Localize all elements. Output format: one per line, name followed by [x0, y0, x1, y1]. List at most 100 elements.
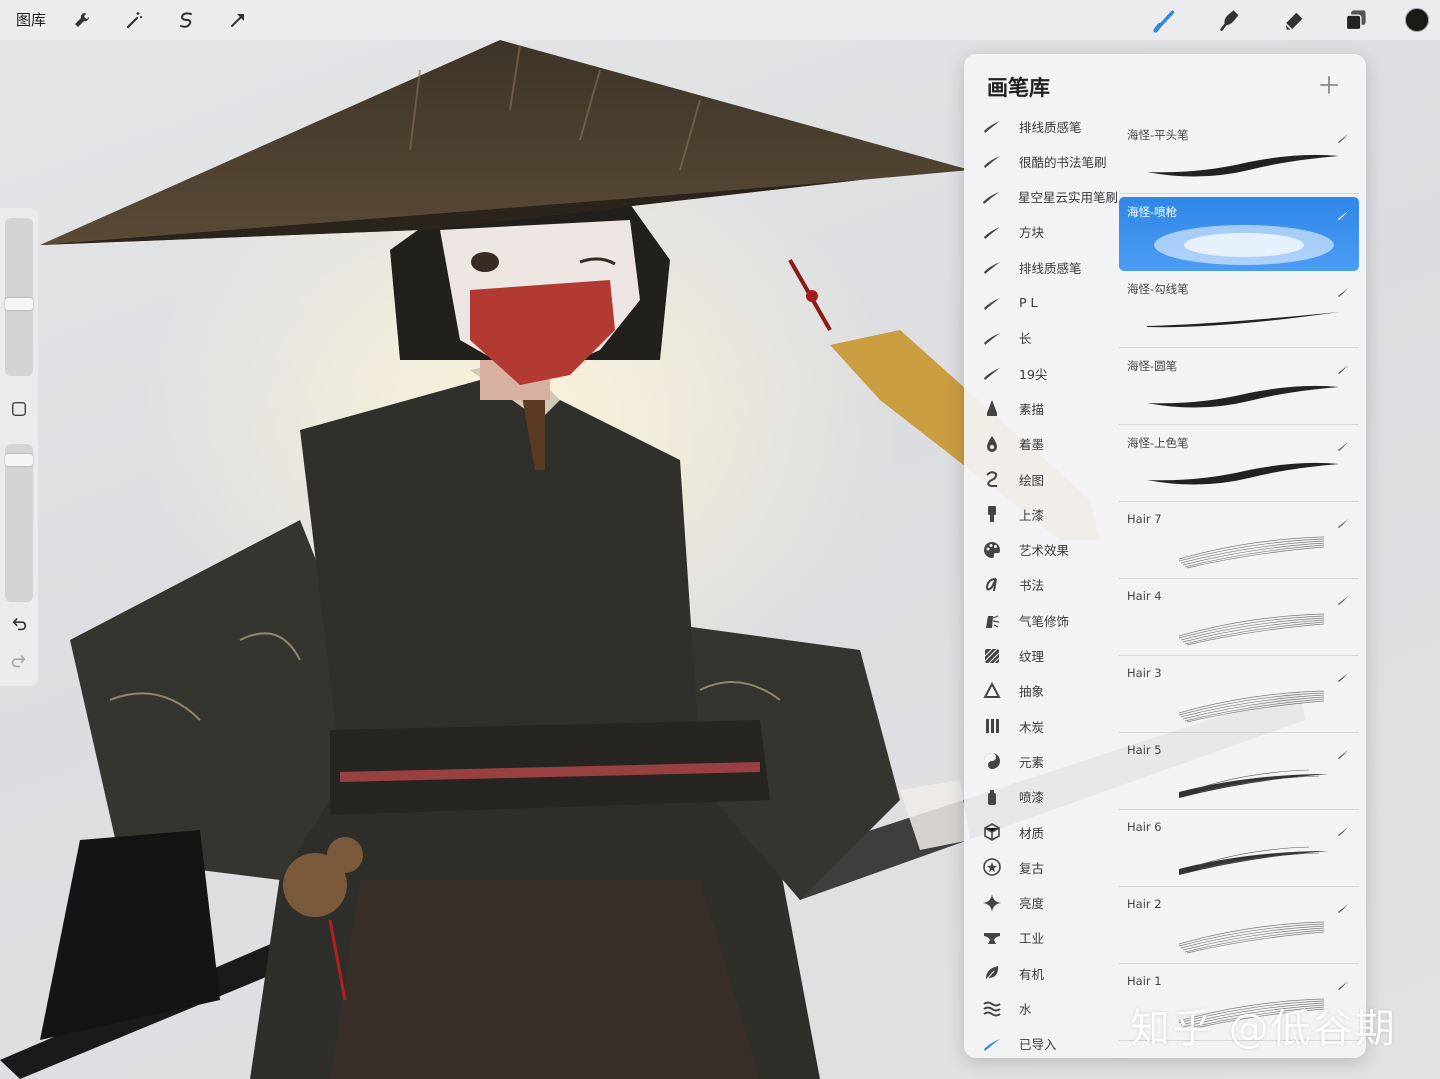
stroke-icon [980, 255, 1004, 279]
stroke-icon [980, 220, 1004, 244]
brush-item-selected[interactable]: 海怪-喷枪 [1119, 197, 1359, 271]
brush-edit-icon[interactable] [1337, 975, 1349, 990]
brush-category-item[interactable]: 绘图 [964, 462, 1118, 496]
calligraphy-icon [980, 573, 1004, 597]
brush-item[interactable]: Hair 6 [1119, 813, 1359, 887]
cube-icon [980, 820, 1004, 844]
brush-category-item[interactable]: 方块 [964, 215, 1118, 249]
brush-category-item[interactable]: 19尖 [964, 356, 1118, 390]
brush-edit-icon[interactable] [1337, 898, 1349, 913]
brush-size-slider[interactable] [5, 218, 33, 376]
brush-category-item[interactable]: 材质 [964, 815, 1118, 849]
brush-edit-icon[interactable] [1337, 513, 1349, 528]
brush-category-item[interactable]: 纹理 [964, 639, 1118, 673]
stroke-preview [1139, 219, 1344, 265]
brush-item[interactable]: Hair 7 [1119, 505, 1359, 579]
brush-category-item[interactable]: 长 [964, 321, 1118, 355]
brush-category-item[interactable]: 气笔修饰 [964, 603, 1118, 637]
brush-category-item[interactable]: 已导入 [964, 1027, 1118, 1058]
brush-item[interactable]: 海怪-上色笔 [1119, 428, 1359, 502]
brush-name: 海怪-勾线笔 [1127, 282, 1189, 296]
smudge-icon[interactable] [1214, 6, 1246, 34]
stroke-preview [1139, 835, 1344, 881]
brush-item[interactable]: 海怪-勾线笔 [1119, 274, 1359, 348]
brush-name: Hair 6 [1127, 820, 1162, 834]
opacity-slider[interactable] [5, 444, 33, 602]
brush-category-item[interactable]: 星空星云实用笔刷 [964, 180, 1118, 214]
brush-edit-icon[interactable] [1337, 744, 1349, 759]
stroke-icon [980, 114, 1004, 138]
spray-can-icon [980, 785, 1004, 809]
brush-category-item[interactable]: 排线质感笔 [964, 250, 1118, 284]
brush-edit-icon[interactable] [1337, 590, 1349, 605]
watermark-text: 知乎 @低谷期 [1130, 1006, 1397, 1052]
brush-category-item[interactable]: 复古 [964, 850, 1118, 884]
top-toolbar: 图库 [0, 0, 1440, 40]
brush-category-item[interactable]: 喷漆 [964, 780, 1118, 814]
modify-square-button[interactable] [8, 398, 30, 420]
brush-category-item[interactable]: P L [964, 286, 1118, 320]
brush-size-slider-thumb[interactable] [5, 298, 33, 310]
brush-edit-icon[interactable] [1337, 667, 1349, 682]
brush-edit-icon[interactable] [1337, 821, 1349, 836]
brush-category-label: 已导入 [1019, 1037, 1057, 1053]
brush-category-item[interactable]: 排线质感笔 [964, 109, 1118, 143]
brush-category-item[interactable]: 很酷的书法笔刷 [964, 144, 1118, 178]
leaf-icon [980, 961, 1004, 985]
redo-icon[interactable] [8, 650, 30, 672]
brush-category-item[interactable]: 亮度 [964, 886, 1118, 920]
brush-edit-icon[interactable] [1337, 128, 1349, 143]
brush-category-item[interactable]: 书法 [964, 568, 1118, 602]
sparkle-icon [980, 891, 1004, 915]
brush-item[interactable]: 海怪-平头笔 [1119, 120, 1359, 194]
airbrush-icon [980, 608, 1004, 632]
brush-category-item[interactable]: 上漆 [964, 497, 1118, 531]
star-circle-icon [980, 855, 1004, 879]
brush-name: Hair 1 [1127, 974, 1162, 988]
transform-arrow-icon[interactable] [224, 6, 252, 34]
yin-yang-icon [980, 749, 1004, 773]
brush-category-item[interactable]: 工业 [964, 921, 1118, 955]
brush-edit-icon[interactable] [1337, 436, 1349, 451]
brush-name: Hair 5 [1127, 743, 1162, 757]
brush-edit-icon[interactable] [1337, 282, 1349, 297]
brush-category-label: 复古 [1019, 860, 1045, 876]
triangle-icon [980, 679, 1004, 703]
eraser-icon[interactable] [1278, 6, 1310, 34]
brush-category-item[interactable]: 抽象 [964, 674, 1118, 708]
brush-item[interactable]: Hair 5 [1119, 736, 1359, 810]
selection-icon[interactable] [172, 6, 200, 34]
brush-category-item[interactable]: 有机 [964, 956, 1118, 990]
brush-item[interactable]: Hair 3 [1119, 659, 1359, 733]
add-brush-button[interactable] [1316, 72, 1342, 98]
stroke-icon [980, 326, 1004, 350]
brush-edit-icon[interactable] [1337, 205, 1349, 220]
brush-category-item[interactable]: 着墨 [964, 427, 1118, 461]
opacity-slider-thumb[interactable] [5, 454, 33, 466]
brush-category-label: 有机 [1019, 966, 1045, 982]
layers-icon[interactable] [1340, 6, 1372, 34]
brush-category-item[interactable]: 素描 [964, 391, 1118, 425]
brush-item[interactable]: 海怪-圆笔 [1119, 351, 1359, 425]
brush-edit-icon[interactable] [1337, 359, 1349, 374]
brush-category-label: 气笔修饰 [1019, 613, 1070, 629]
brush-category-label: 排线质感笔 [1019, 260, 1082, 276]
undo-icon[interactable] [8, 613, 30, 635]
brush-item[interactable]: Hair 4 [1119, 582, 1359, 656]
gallery-button[interactable]: 图库 [16, 9, 46, 30]
brush-icon[interactable] [1150, 6, 1182, 34]
anvil-icon [980, 926, 1004, 950]
brush-category-item[interactable]: 木炭 [964, 709, 1118, 743]
color-picker-swatch[interactable] [1405, 8, 1429, 32]
magic-wand-icon[interactable] [120, 6, 148, 34]
brush-category-item[interactable]: 艺术效果 [964, 533, 1118, 567]
brush-category-item[interactable]: 元素 [964, 744, 1118, 778]
brush-item[interactable]: Hair 2 [1119, 890, 1359, 964]
brush-category-item[interactable]: 水 [964, 992, 1118, 1026]
stroke-preview [1139, 912, 1344, 958]
brush-category-label: P L [1019, 295, 1038, 310]
brush-name: Hair 3 [1127, 666, 1162, 680]
stroke-preview [1139, 450, 1344, 496]
stroke-icon [980, 361, 1004, 385]
wrench-icon[interactable] [68, 6, 96, 34]
